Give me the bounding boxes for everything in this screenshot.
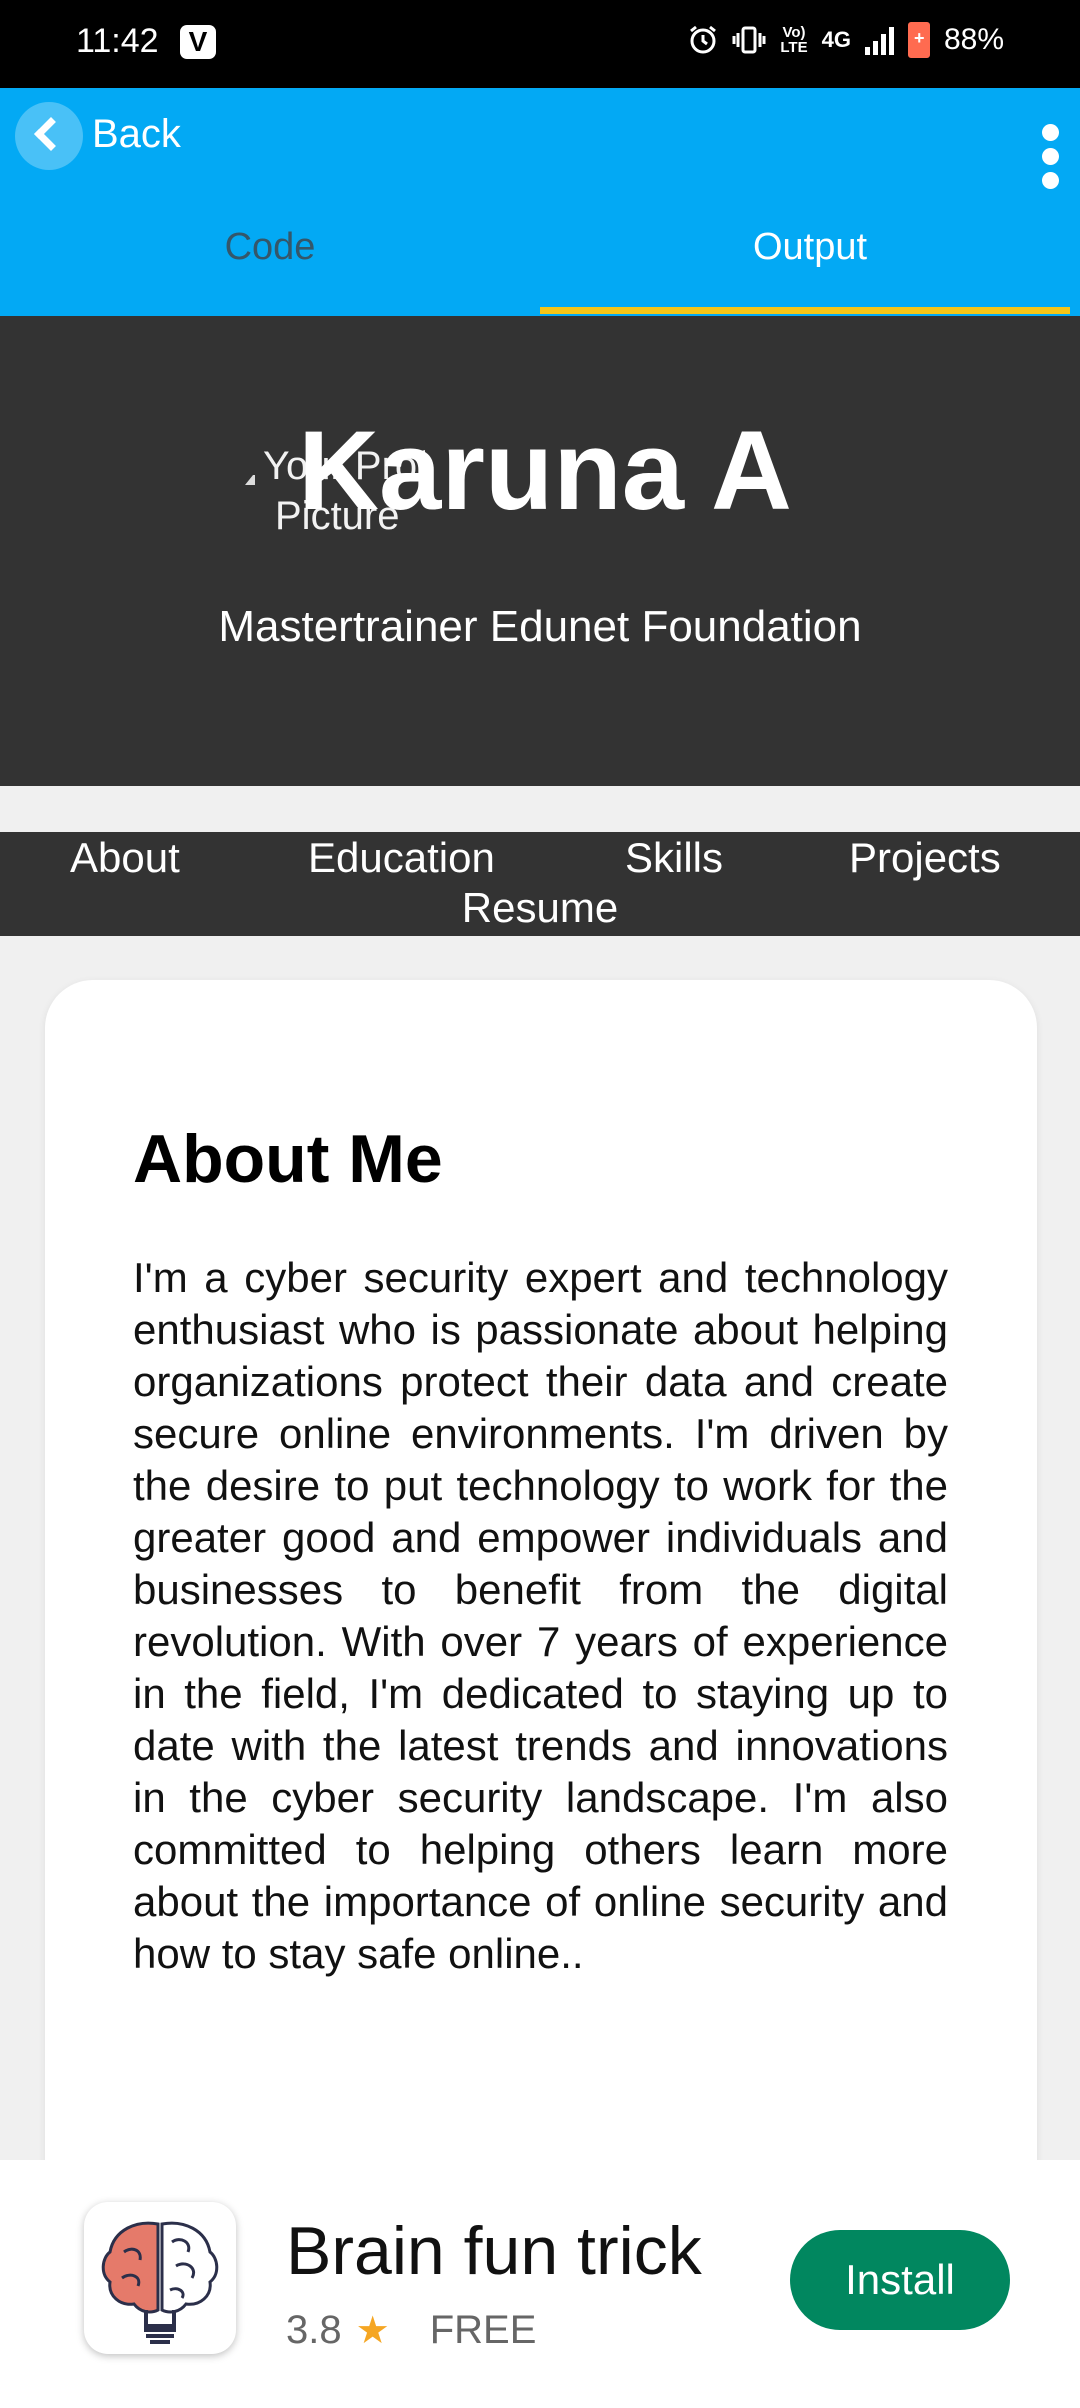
ad-rating-row: 3.8 ★ FREE xyxy=(286,2308,536,2353)
volte-icon: Vo) LTE xyxy=(780,24,808,56)
install-button[interactable]: Install xyxy=(790,2230,1010,2330)
nav-link-skills[interactable]: Skills xyxy=(625,834,723,882)
status-icons: Vo) LTE 4G 88% xyxy=(688,22,1004,58)
tab-output[interactable]: Output xyxy=(540,226,1080,269)
about-card: About Me I'm a cyber security expert and… xyxy=(45,980,1037,2280)
status-time: 11:42 xyxy=(76,22,159,60)
profile-name: Karuna A xyxy=(298,408,792,533)
star-icon: ★ xyxy=(355,2310,390,2352)
signal-icon xyxy=(864,25,894,55)
app-bar: Back Code Output xyxy=(0,88,1080,316)
nav-link-resume[interactable]: Resume xyxy=(0,884,1080,932)
app-notification-icon: V xyxy=(180,25,216,59)
ad-banner[interactable]: Brain fun trick 3.8 ★ FREE Install xyxy=(0,2160,1080,2408)
ad-rating: 3.8 xyxy=(286,2308,342,2352)
back-label[interactable]: Back xyxy=(92,112,181,157)
ad-price: FREE xyxy=(429,2308,537,2352)
vibrate-icon xyxy=(732,26,766,54)
network-type: 4G xyxy=(821,27,851,52)
status-bar: 11:42 V Vo) LTE 4G 88% xyxy=(0,0,1080,88)
battery-level: 88% xyxy=(943,23,1004,56)
more-options-icon[interactable] xyxy=(1040,124,1060,189)
back-button[interactable] xyxy=(15,102,83,170)
profile-header: Your Profile Picture Karuna A Mastertrai… xyxy=(0,316,1080,786)
tab-code[interactable]: Code xyxy=(0,226,540,269)
alarm-icon xyxy=(690,25,717,54)
nav-link-projects[interactable]: Projects xyxy=(849,834,1001,882)
section-nav: About Education Skills Projects Resume xyxy=(0,832,1080,936)
brain-bulb-icon xyxy=(84,2202,236,2354)
battery-icon xyxy=(907,22,930,58)
about-text: I'm a cyber security expert and technolo… xyxy=(133,1254,948,1977)
nav-link-education[interactable]: Education xyxy=(308,834,495,882)
about-title: About Me xyxy=(133,1121,443,1197)
ad-app-name: Brain fun trick xyxy=(286,2213,702,2289)
tab-indicator xyxy=(540,307,1070,314)
profile-role: Mastertrainer Edunet Foundation xyxy=(218,602,862,651)
chevron-left-icon xyxy=(34,117,68,151)
nav-link-about[interactable]: About xyxy=(70,834,180,882)
